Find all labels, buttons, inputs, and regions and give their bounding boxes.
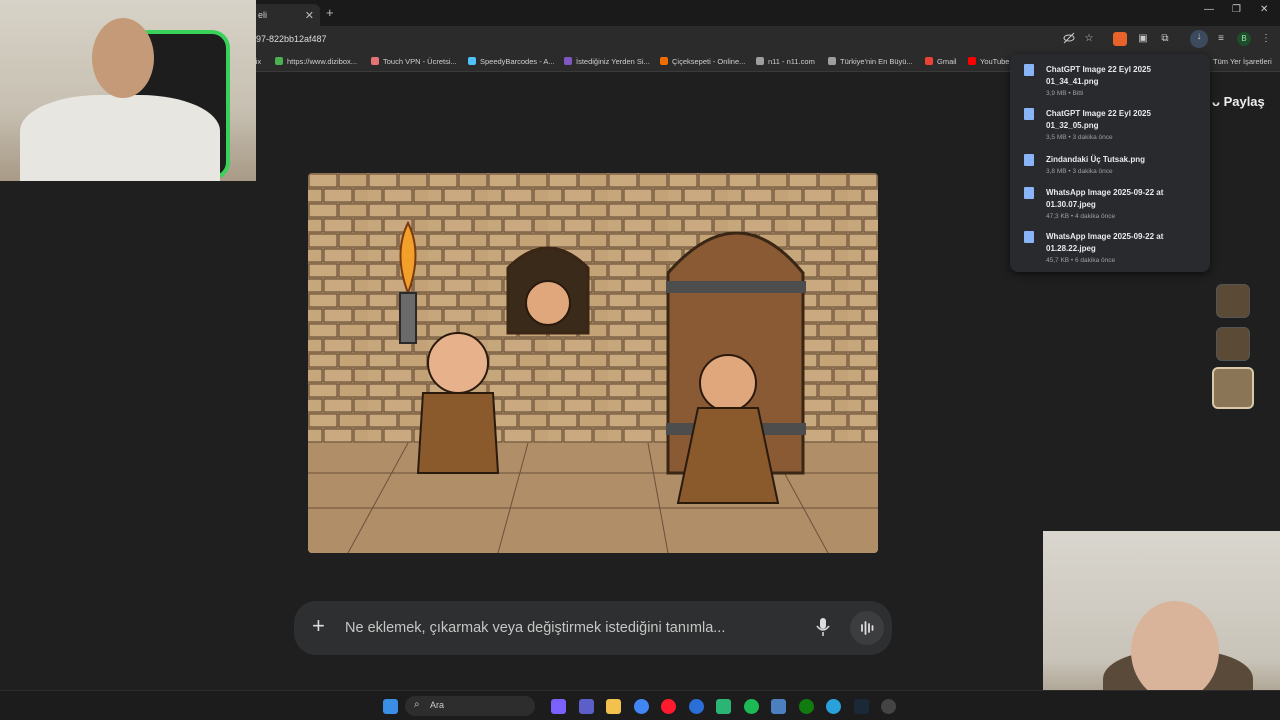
bookmark-item[interactable]: İstediğiniz Yerden Si... [564,57,650,66]
file-icon [1024,64,1034,76]
bookmark-favicon-icon [275,57,283,65]
bookmark-item[interactable]: SpeedyBarcodes - A... [468,57,555,66]
extension-icon[interactable]: ▣ [1136,32,1150,46]
bookmark-item[interactable]: Türkiye'nin En Büyü... [828,57,913,66]
tab-close-icon[interactable]: ✕ [305,9,314,22]
microphone-icon[interactable] [816,617,830,642]
tab-title: eli [258,10,268,20]
close-window-button[interactable]: ✕ [1260,4,1268,15]
app-icon[interactable] [771,699,786,714]
copilot-icon[interactable] [551,699,566,714]
file-icon [1024,108,1034,120]
media-icon[interactable]: ≡ [1214,32,1228,46]
telegram-icon[interactable] [826,699,841,714]
webcam-overlay-left [0,0,256,181]
maximize-button[interactable]: ❐ [1232,4,1241,15]
eye-off-icon[interactable] [1062,32,1076,46]
bookmark-item[interactable]: https://www.dizibox... [275,57,357,66]
youtube-icon [968,57,976,65]
browser-tab[interactable]: eli ✕ [250,4,320,26]
file-icon [1024,231,1034,243]
bookmark-item[interactable]: n11 - n11.com [756,57,815,66]
taskbar: ⌕ Ara [0,690,1280,720]
prompt-input[interactable]: Ne eklemek, çıkarmak veya değiştirmek is… [345,620,725,636]
firefox-icon[interactable] [689,699,704,714]
settings-icon[interactable] [881,699,896,714]
url-field[interactable]: 97-822bb12af487 [256,34,327,44]
generated-image[interactable] [308,173,878,553]
image-thumbnail-selected[interactable] [1212,367,1254,409]
add-attachment-button[interactable]: + [312,615,325,637]
bookmark-item[interactable]: Gmail [925,57,957,66]
bookmark-favicon-icon [564,57,572,65]
teams-icon[interactable] [579,699,594,714]
bookmark-favicon-icon [756,57,764,65]
image-thumbnail[interactable] [1216,284,1250,318]
minimize-button[interactable]: — [1204,4,1214,15]
taskbar-search[interactable]: ⌕ Ara [405,696,535,716]
all-bookmarks-link[interactable]: Tüm Yer İşaretleri [1213,57,1272,66]
opera-icon[interactable] [661,699,676,714]
bookmark-item[interactable]: Çiçeksepeti - Online... [660,57,745,66]
webcam-overlay-right [1043,531,1280,715]
share-button[interactable]: ᴗ Paylaş [1212,94,1265,109]
bookmark-favicon-icon [660,57,668,65]
person-head [92,18,154,98]
star-icon[interactable]: ☆ [1082,32,1096,46]
bookmark-favicon-icon [828,57,836,65]
menu-icon[interactable]: ⋮ [1259,32,1273,46]
notepad-icon[interactable] [716,699,731,714]
extension-fox-icon[interactable] [1113,32,1127,46]
bookmark-favicon-icon [468,57,476,65]
bookmark-favicon-icon [371,57,379,65]
bookmark-item[interactable]: YouTube [968,57,1009,66]
file-icon [1024,187,1034,199]
waveform-icon [861,621,874,635]
puzzle-icon[interactable]: ⧉ [1158,32,1172,46]
gmail-icon [925,57,933,65]
windows-start-icon[interactable] [383,699,398,714]
person-head [1131,601,1219,701]
person-shirt [20,95,220,181]
bookmark-item[interactable]: Touch VPN - Ücretsi... [371,57,457,66]
prompt-bar: + Ne eklemek, çıkarmak veya değiştirmek … [294,601,892,655]
file-icon [1024,154,1034,166]
downloads-panel: ChatGPT Image 22 Eyl 2025 01_34_41.png 3,… [1010,54,1210,272]
spotify-icon[interactable] [744,699,759,714]
image-thumbnail[interactable] [1216,327,1250,361]
chrome-icon[interactable] [634,699,649,714]
xbox-icon[interactable] [799,699,814,714]
steam-icon[interactable] [854,699,869,714]
download-icon[interactable]: ↓ [1190,30,1208,48]
new-tab-button[interactable]: + [326,5,334,20]
voice-mode-button[interactable] [850,611,884,645]
profile-avatar[interactable]: B [1237,32,1251,46]
file-explorer-icon[interactable] [606,699,621,714]
search-icon: ⌕ [414,699,420,710]
